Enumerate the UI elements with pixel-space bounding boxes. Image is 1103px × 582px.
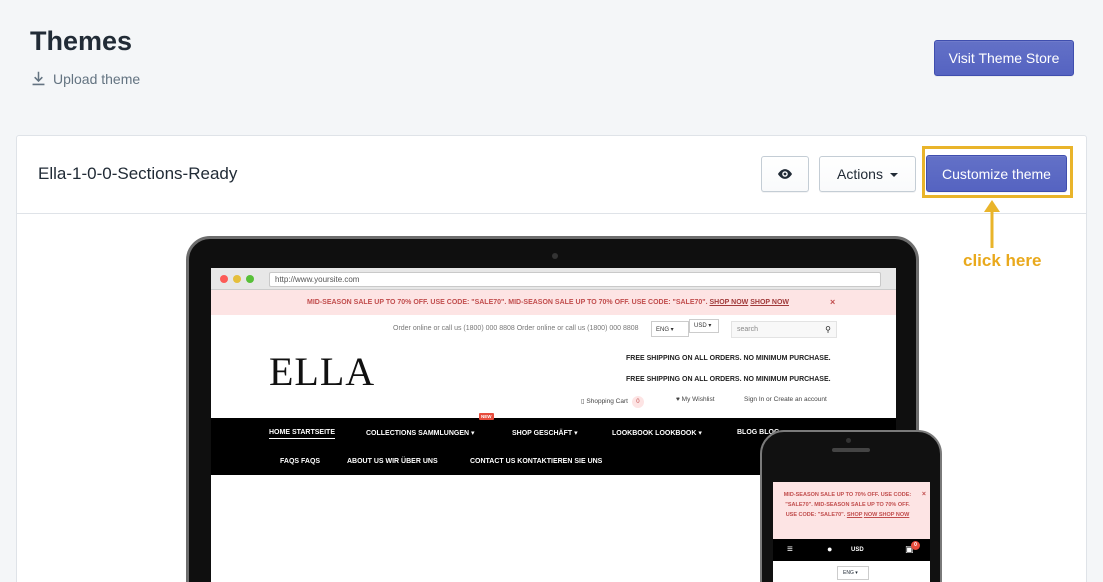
currency-select: USD ▾ [689, 319, 719, 333]
url-bar: http://www.yoursite.com [269, 272, 881, 287]
nav-item: LOOKBOOK LOOKBOOK ▾ [612, 430, 702, 437]
nav-item: SHOP GESCHÄFT ▾ [512, 430, 578, 437]
theme-name: Ella-1-0-0-Sections-Ready [38, 164, 238, 183]
nav-item: CONTACT US KONTAKTIEREN SIE UNS [470, 458, 603, 465]
user-icon: ● [827, 544, 833, 554]
shop-now-link: SHOP NOW [709, 299, 749, 306]
cart-count-badge: 0 [911, 541, 920, 550]
nav-item: FAQS FAQS [280, 458, 321, 465]
language-select: ENG ▾ [651, 321, 689, 337]
wishlist-link: ♥ My Wishlist [676, 396, 715, 403]
close-icon: × [921, 491, 926, 498]
actions-dropdown-button[interactable]: Actions [819, 156, 916, 192]
laptop-camera [552, 253, 558, 259]
page-title: Themes [30, 26, 133, 56]
shopping-cart-link: ▯ Shopping Cart 0 [581, 396, 644, 408]
nav-item: COLLECTIONS SAMMLUNGEN ▾ [366, 430, 475, 437]
mobile-preview-screen: MID-SEASON SALE UP TO 70% OFF. USE CODE:… [773, 482, 930, 582]
caret-down-icon [889, 173, 898, 177]
mobile-header-bar: ≡ ● USD ▣ 0 [773, 539, 930, 561]
mobile-language-select: ENG ▾ [837, 566, 869, 580]
customize-theme-button[interactable]: Customize theme [926, 155, 1067, 192]
phone-camera [846, 438, 851, 443]
phone-speaker [832, 448, 870, 452]
contact-text: Order online or call us (1800) 000 8808 … [393, 325, 639, 332]
upload-theme-label: Upload theme [53, 70, 141, 87]
nav-item: HOME STARTSEITE [269, 429, 335, 439]
free-shipping-text: FREE SHIPPING ON ALL ORDERS. NO MINIMUM … [626, 355, 831, 362]
close-icon: × [830, 297, 836, 307]
menu-icon: ≡ [787, 544, 793, 555]
eye-icon [778, 169, 792, 179]
browser-bar: http://www.yoursite.com [211, 268, 896, 290]
promo-text: MID-SEASON SALE UP TO 70% OFF. USE CODE:… [307, 299, 708, 306]
actions-label: Actions [837, 166, 883, 182]
store-logo: ELLA [269, 349, 376, 394]
mobile-promo-banner: MID-SEASON SALE UP TO 70% OFF. USE CODE:… [773, 482, 930, 539]
maximize-dot-icon [246, 275, 254, 283]
heart-icon: ♥ [676, 396, 680, 403]
mobile-preview-mockup: MID-SEASON SALE UP TO 70% OFF. USE CODE:… [760, 430, 942, 582]
mobile-currency: USD [851, 547, 864, 553]
account-link: Sign In or Create an account [744, 396, 827, 403]
promo-banner: MID-SEASON SALE UP TO 70% OFF. USE CODE:… [211, 290, 896, 315]
visit-theme-store-button[interactable]: Visit Theme Store [934, 40, 1074, 76]
callout-hint-text: click here [963, 251, 1042, 270]
nav-item: ABOUT US WIR ÜBER UNS [347, 458, 438, 465]
new-badge: NEW [479, 413, 494, 420]
cart-count-badge: 0 [631, 396, 644, 408]
search-icon: ⚲ [825, 325, 831, 334]
minimize-dot-icon [233, 275, 241, 283]
upload-icon [32, 71, 45, 86]
free-shipping-text: FREE SHIPPING ON ALL ORDERS. NO MINIMUM … [626, 376, 831, 383]
callout-arrow-icon [984, 200, 1000, 248]
theme-card-header: Ella-1-0-0-Sections-Ready Actions Custom… [17, 136, 1086, 214]
preview-button[interactable] [761, 156, 809, 192]
upload-theme-link[interactable]: Upload theme [30, 70, 140, 87]
cart-icon: ▯ [581, 398, 585, 405]
close-dot-icon [220, 275, 228, 283]
shop-now-link: SHOP NOW [750, 299, 789, 306]
search-field: search ⚲ [731, 321, 837, 338]
